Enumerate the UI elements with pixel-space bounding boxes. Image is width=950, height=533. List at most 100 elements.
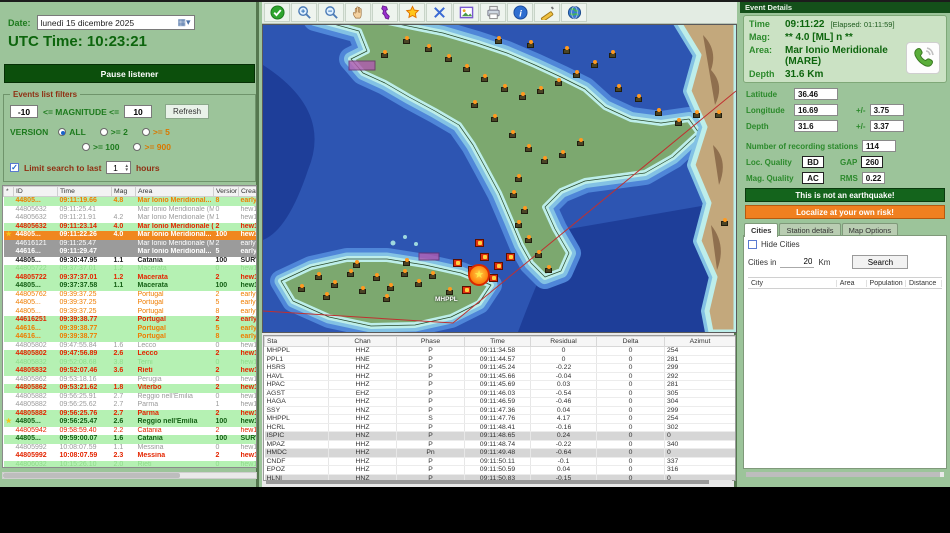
event-row[interactable]: 44805632 09:11:23.14 4.0 Mar Ionio Meridion… [3, 222, 256, 231]
event-row[interactable]: 44805632 09:11:21.91 4.2 Mar Ionio Meridion… [3, 214, 256, 223]
pan-button[interactable] [345, 3, 371, 22]
event-row[interactable]: 44805802 09:47:56.89 2.6 Lecco 2 hew1 [3, 350, 256, 359]
depth-err-value: 3.37 [869, 120, 904, 132]
time-label: Time [749, 19, 770, 29]
map-toolbar: i [262, 2, 737, 24]
localize-button[interactable]: Localize at your own risk! [745, 205, 945, 219]
event-row[interactable]: ★ 44805... 09:56:25.47 2.6 Reggio nell'Emili… [3, 418, 256, 427]
station-row[interactable]: MPAZ HHZ P 09:11:48.74 -0.22 0 340 [264, 440, 735, 449]
date-picker[interactable]: lunedì 15 dicembre 2025 ▦▾ [36, 15, 195, 30]
station-row[interactable]: MHPPL HHZ S 09:11:47.76 4.17 0 254 [264, 414, 735, 424]
station-row[interactable]: CNDF HHZ P 09:11:50.11 -0.1 0 337 [264, 457, 735, 466]
info-button[interactable]: i [507, 3, 533, 22]
station-row[interactable]: HSRS HHZ P 09:11:45.24 -0.22 0 299 [264, 363, 735, 373]
station-marker [501, 84, 508, 92]
station-marker [383, 294, 390, 302]
event-row[interactable]: 44805...09:30:47.951.1Catania100SURVEY-I… [3, 256, 256, 265]
event-row[interactable]: 44616...09:39:38.77Portugal5early-est_ee… [3, 324, 256, 333]
station-row[interactable]: MHPPL HHZ P 09:11:34.58 0 0 254 [264, 346, 735, 356]
world-view-button[interactable] [561, 3, 587, 22]
search-cities-button[interactable]: Search [852, 255, 909, 269]
station-row[interactable]: HPAC HHZ P 09:11:45.69 0.03 0 281 [264, 380, 735, 390]
events-table-body: 44805... 09:11:19.66 4.8 Mar Ionio Meridion… [3, 196, 256, 467]
min-magnitude-input[interactable] [10, 105, 38, 118]
mag-quality-label: Mag. Quality [746, 173, 794, 183]
snapshot-button[interactable] [453, 3, 479, 22]
station-marker [509, 130, 516, 138]
max-magnitude-input[interactable] [124, 105, 153, 118]
station-marker [693, 110, 700, 118]
col-phase: Phase [396, 336, 465, 347]
station-row[interactable]: AGST EHZ P 09:11:46.03 -0.54 0 305 [264, 389, 735, 398]
depth-field-value: 31.6 [794, 120, 838, 132]
event-row[interactable]: 44805722 09:37:37.01 1.2 Macerata 0 hew1 [3, 265, 256, 274]
version-option--100[interactable]: >= 100 [82, 142, 119, 152]
utc-time: UTC Time: 10:23:21 [8, 33, 147, 50]
event-row[interactable]: 44805862 09:53:21.62 1.8 Viterbo 2 hew1 [3, 384, 256, 393]
station-row[interactable]: HAVL HHZ P 09:11:45.66 -0.04 0 292 [264, 372, 735, 381]
station-row[interactable]: PPL1 HNE P 09:11:44.57 0 0 281 [264, 355, 735, 364]
event-row[interactable]: 44805... 09:11:19.66 4.8 Mar Ionio Meridion… [3, 196, 256, 206]
radius-input[interactable] [780, 256, 815, 268]
hours-input[interactable] [107, 162, 124, 173]
event-row[interactable]: 44805992 10:08:07.59 1.1 Messina 0 hew1 [3, 443, 256, 452]
event-row[interactable]: 44616...09:39:38.77Portugal8early-est_ee… [3, 333, 256, 342]
station-row[interactable]: EPOZ HHZ P 09:11:50.59 0.04 0 316 [264, 465, 735, 475]
zoom-in-button[interactable] [291, 3, 317, 22]
station-row[interactable]: ISPIC HNZ P 09:11:48.65 0.24 0 0 [264, 431, 735, 441]
version-option-all[interactable]: ALL [58, 127, 86, 137]
event-row[interactable]: 44805832 09:52:07.46 3.6 Rieti 2 hew1 [3, 367, 256, 376]
pause-listener-button[interactable]: Pause listener [4, 64, 255, 83]
not-earthquake-button[interactable]: This is not an earthquake! [745, 188, 945, 202]
events-horizontal-scrollbar[interactable] [2, 472, 257, 479]
details-horizontal-scrollbar[interactable] [746, 472, 944, 477]
event-row[interactable]: 44805942 09:58:59.40 2.2 Catania 2 hew1 [3, 426, 256, 435]
version-option--5[interactable]: >= 5 [141, 127, 170, 137]
event-row[interactable]: ★ 44805... 09:11:22.26 4.0 Mar Ionio Meridio… [3, 231, 256, 240]
event-row[interactable]: 44805862 09:53:18.16 Perugia 0 hew1 [3, 375, 256, 384]
event-row[interactable]: 44805992 10:08:07.59 2.3 Messina 2 hew1 [3, 452, 256, 461]
measure-button[interactable] [534, 3, 560, 22]
station-horizontal-scrollbar[interactable] [266, 480, 732, 484]
print-button[interactable] [480, 3, 506, 22]
call-alert-button[interactable] [906, 42, 940, 74]
col-azimut: Azimut [664, 336, 735, 347]
event-row[interactable]: 44805... 09:37:37.58 1.1 Macerata 100 hew1 [3, 282, 256, 291]
event-row[interactable]: 44805882 09:56:25.76 2.7 Parma 2 hew1 [3, 409, 256, 418]
version-option--2[interactable]: >= 2 [99, 127, 128, 137]
station-row[interactable]: SSY HNZ P 09:11:47.36 0.04 0 299 [264, 406, 735, 415]
station-row[interactable]: HMDC HHZ Pn 09:11:49.48 -0.64 0 0 [264, 448, 735, 458]
version-option--900[interactable]: >= 900 [133, 142, 171, 152]
map-canvas[interactable]: ★ MHPPL [262, 24, 737, 333]
hide-cities-checkbox[interactable]: ✓ [748, 240, 757, 249]
depth-err-label: +/- [856, 121, 866, 131]
station-marker [429, 271, 436, 279]
station-row[interactable]: HCRL HHZ P 09:11:48.41 -0.16 0 302 [264, 423, 735, 432]
event-row[interactable]: 44805882 09:56:25.91 2.7 Reggio nell'Emilia… [3, 392, 256, 401]
event-row[interactable]: 44805632 09:11:25.41 Mar Ionio Meridionale… [3, 205, 256, 214]
event-row[interactable]: 44616121 09:11:25.47 Mar Ionio Meridionale… [3, 239, 256, 248]
event-row[interactable]: 44806032 10:15:26.10 2.0 Rieti 0 hew1 [3, 460, 256, 467]
version-options-row2: >= 100 >= 900 [82, 142, 171, 152]
event-marker-button[interactable] [399, 3, 425, 22]
event-row[interactable]: 4480576209:39:37.25Portugal2early-est_ee… [3, 290, 256, 299]
confirm-button[interactable] [264, 3, 290, 22]
event-row[interactable]: 44805832 09:52:08.68 3.8 Terni 0 hew1 [3, 358, 256, 367]
stepper-down-icon[interactable]: ▼ [124, 167, 128, 172]
italy-view-button[interactable] [372, 3, 398, 22]
event-row[interactable]: 44805802 09:47:55.84 1.6 Lecco 0 hew1 [3, 341, 256, 350]
event-row[interactable]: 44805...09:59:00.071.6Catania100SURVEY-I… [3, 435, 256, 444]
event-row[interactable]: 44805...09:39:37.25Portugal5early-est_ee… [3, 299, 256, 308]
close-view-button[interactable] [426, 3, 452, 22]
event-row[interactable]: 44805722 09:37:37.01 1.2 Macerata 2 hew1 [3, 273, 256, 282]
hours-stepper[interactable]: ▲▼ [106, 161, 131, 174]
station-row[interactable]: HAGA HHZ P 09:11:46.59 -0.46 0 304 [264, 397, 735, 407]
limit-search-checkbox[interactable]: ✓ [10, 163, 19, 172]
zoom-out-button[interactable] [318, 3, 344, 22]
event-row[interactable]: 44805...09:39:37.25Portugal8early-est_ee… [3, 307, 256, 316]
tab-cities[interactable]: Cities [744, 223, 779, 237]
event-row[interactable]: 44805882 09:56:25.62 2.7 Parma 1 hew1 [3, 401, 256, 410]
refresh-button[interactable]: Refresh [165, 104, 210, 119]
event-row[interactable]: 4461625109:39:38.77Portugal2early-est_ee… [3, 316, 256, 325]
event-row[interactable]: 44616... 09:11:29.47 Mar Ionio Meridional.… [3, 248, 256, 257]
